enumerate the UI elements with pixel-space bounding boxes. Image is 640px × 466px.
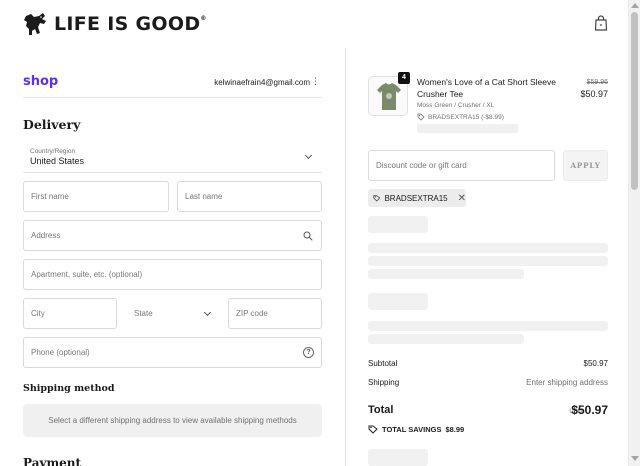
shipping-method-notice: Select a different shipping address to v… bbox=[23, 404, 322, 437]
savings-label: TOTAL SAVINGS bbox=[382, 424, 442, 434]
loading-placeholder bbox=[368, 243, 608, 253]
loading-placeholder bbox=[368, 269, 524, 279]
loading-placeholder bbox=[368, 256, 608, 266]
dog-jake-logo-icon bbox=[24, 13, 46, 35]
loading-placeholder bbox=[368, 321, 608, 331]
remove-discount-icon[interactable]: ✕ bbox=[458, 193, 466, 204]
product-discount: BRADSEXTRA15 (-$8.99) bbox=[417, 113, 504, 121]
apartment-input[interactable] bbox=[24, 260, 321, 289]
phone-input[interactable] bbox=[24, 338, 321, 367]
country-select[interactable]: Country/Region United States bbox=[23, 143, 322, 173]
site-header: LIFE IS GOOD® bbox=[0, 0, 628, 48]
subtotal-value: $50.97 bbox=[583, 359, 608, 368]
current-price: $50.97 bbox=[580, 89, 608, 99]
savings-value: $8.99 bbox=[445, 424, 465, 434]
scroll-up-icon[interactable] bbox=[631, 3, 639, 8]
city-input[interactable] bbox=[24, 299, 116, 328]
account-email: kelwinaefrain4@gmail.com bbox=[214, 78, 310, 87]
account-row: shop kelwinaefrain4@gmail.com ⋮ bbox=[23, 74, 322, 98]
page-scrollbar[interactable] bbox=[628, 0, 640, 466]
loading-placeholder bbox=[368, 334, 524, 344]
city-field[interactable] bbox=[23, 298, 117, 329]
help-icon[interactable]: ? bbox=[303, 347, 314, 358]
loading-placeholder bbox=[368, 449, 428, 466]
tag-icon bbox=[368, 425, 378, 434]
discount-field[interactable] bbox=[368, 150, 555, 181]
apartment-field[interactable] bbox=[23, 259, 322, 290]
first-name-field[interactable] bbox=[23, 181, 169, 212]
total-value: $50.97 bbox=[571, 403, 608, 417]
tag-icon bbox=[417, 113, 425, 121]
product-variant: Moss Green / Crusher / XL bbox=[417, 102, 495, 109]
scroll-thumb[interactable] bbox=[631, 12, 638, 190]
quantity-badge: 4 bbox=[398, 72, 410, 84]
scroll-down-icon[interactable] bbox=[631, 456, 639, 461]
chevron-down-icon bbox=[304, 151, 313, 160]
chevron-down-icon bbox=[203, 308, 212, 317]
more-options-icon[interactable]: ⋮ bbox=[311, 77, 320, 86]
product-name: Women's Love of a Cat Short Sleeve Crush… bbox=[417, 77, 556, 99]
last-name-field[interactable] bbox=[177, 181, 322, 212]
first-name-input[interactable] bbox=[24, 182, 168, 211]
shop-pay-logo[interactable]: shop bbox=[23, 74, 58, 89]
subtotal-label: Subtotal bbox=[368, 359, 398, 368]
phone-field[interactable]: ? bbox=[23, 337, 322, 368]
column-divider bbox=[345, 48, 346, 466]
tag-icon bbox=[373, 195, 381, 202]
search-icon bbox=[303, 231, 313, 241]
loading-placeholder bbox=[368, 293, 428, 310]
shipping-label: Shipping bbox=[368, 378, 400, 387]
loading-placeholder bbox=[368, 216, 428, 233]
total-label: Total bbox=[368, 404, 394, 416]
shipping-value: Enter shipping address bbox=[526, 378, 608, 387]
state-label: State bbox=[134, 309, 153, 318]
product-discount-text: BRADSEXTRA15 (-$8.99) bbox=[428, 113, 504, 121]
loading-placeholder bbox=[417, 124, 518, 133]
original-price: $59.96 bbox=[586, 79, 608, 86]
payment-heading: Payment bbox=[23, 456, 82, 466]
zip-field[interactable] bbox=[228, 298, 322, 329]
brand-logo[interactable]: LIFE IS GOOD® bbox=[23, 12, 207, 36]
shopping-bag-icon[interactable] bbox=[594, 15, 608, 31]
address-field[interactable] bbox=[23, 220, 322, 251]
state-select[interactable]: State bbox=[127, 298, 221, 329]
last-name-input[interactable] bbox=[178, 182, 321, 211]
shipping-method-heading: Shipping method bbox=[23, 383, 115, 394]
applied-discount-chip: BRADSEXTRA15 ✕ bbox=[368, 189, 466, 207]
brand-name: LIFE IS GOOD® bbox=[54, 13, 207, 35]
apply-button[interactable]: APPLY bbox=[563, 150, 608, 181]
country-value: United States bbox=[30, 156, 85, 166]
address-input[interactable] bbox=[24, 221, 321, 250]
country-label: Country/Region bbox=[30, 148, 76, 155]
total-savings: TOTAL SAVINGS $8.99 bbox=[368, 424, 464, 434]
zip-input[interactable] bbox=[229, 299, 321, 328]
delivery-heading: Delivery bbox=[23, 117, 81, 132]
discount-input[interactable] bbox=[369, 151, 554, 180]
applied-discount-code: BRADSEXTRA15 bbox=[384, 193, 448, 203]
